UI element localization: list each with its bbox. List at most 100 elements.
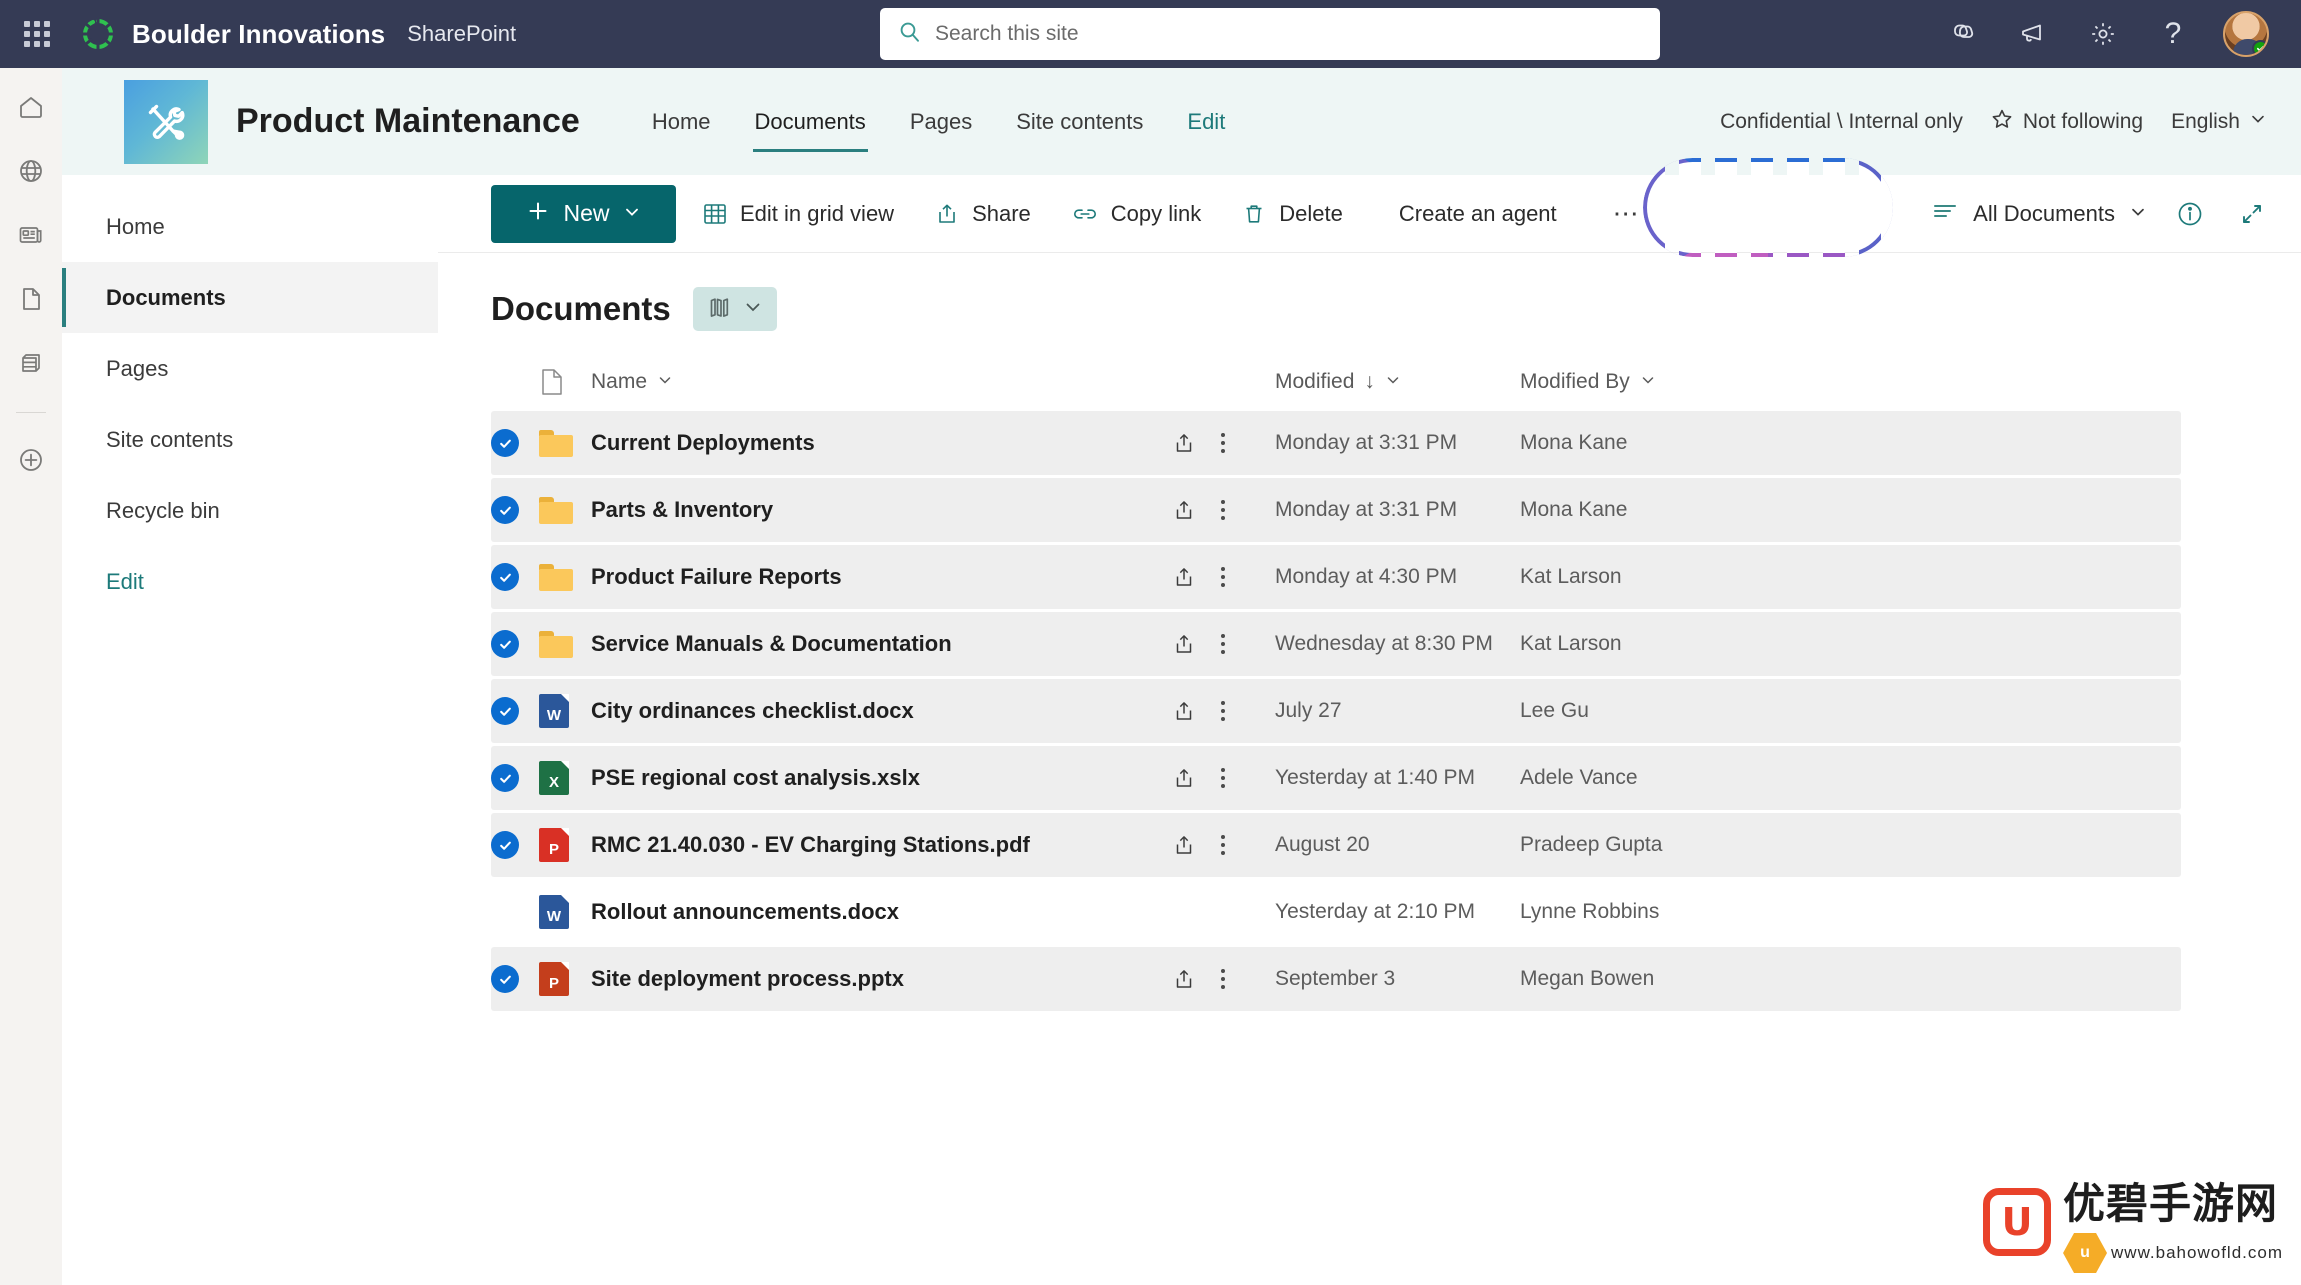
app-launcher-icon[interactable] bbox=[6, 21, 68, 47]
table-row[interactable]: Product Failure Reports Monday at 4:30 PM… bbox=[491, 545, 2181, 609]
new-button[interactable]: New bbox=[491, 184, 676, 243]
row-share-icon[interactable] bbox=[1171, 966, 1197, 992]
row-more-icon[interactable] bbox=[1221, 768, 1225, 788]
megaphone-icon[interactable] bbox=[2013, 14, 2053, 54]
row-share-icon[interactable] bbox=[1171, 765, 1197, 791]
edit-in-grid-view-button[interactable]: Edit in grid view bbox=[688, 191, 908, 237]
avatar[interactable] bbox=[2223, 11, 2269, 57]
search-input[interactable] bbox=[935, 22, 1637, 46]
create-icon[interactable] bbox=[10, 439, 52, 481]
grid-icon bbox=[702, 201, 728, 227]
row-share-icon[interactable] bbox=[1171, 430, 1197, 456]
row-checkbox[interactable] bbox=[491, 965, 539, 993]
copy-link-button[interactable]: Copy link bbox=[1057, 191, 1215, 237]
row-checkbox[interactable] bbox=[491, 496, 539, 524]
trash-icon bbox=[1241, 201, 1267, 227]
view-switch-button[interactable] bbox=[692, 287, 777, 331]
row-more-icon[interactable] bbox=[1221, 701, 1225, 721]
row-checkbox[interactable] bbox=[491, 563, 539, 591]
row-checkbox[interactable] bbox=[491, 831, 539, 859]
row-more-icon[interactable] bbox=[1221, 634, 1225, 654]
row-name[interactable]: PSE regional cost analysis.xslx bbox=[591, 765, 1171, 791]
site-nav-edit[interactable]: Edit bbox=[1165, 103, 1247, 141]
gear-icon[interactable] bbox=[2083, 14, 2123, 54]
checkmark-icon bbox=[491, 496, 519, 524]
page-icon[interactable] bbox=[10, 278, 52, 320]
globe-icon[interactable] bbox=[10, 150, 52, 192]
row-name[interactable]: Current Deployments bbox=[591, 430, 1171, 456]
row-name[interactable]: Product Failure Reports bbox=[591, 564, 1171, 590]
site-nav-documents[interactable]: Documents bbox=[733, 103, 888, 152]
suite-app-name[interactable]: SharePoint bbox=[407, 21, 516, 47]
brand-name[interactable]: Boulder Innovations bbox=[132, 19, 385, 50]
view-label: All Documents bbox=[1973, 200, 2115, 226]
search-box[interactable] bbox=[880, 8, 1660, 60]
site-nav-home[interactable]: Home bbox=[630, 103, 733, 141]
row-modified-by: Lee Gu bbox=[1520, 699, 1589, 722]
row-name[interactable]: RMC 21.40.030 - EV Charging Stations.pdf bbox=[591, 832, 1171, 858]
row-more-icon[interactable] bbox=[1221, 835, 1225, 855]
column-header-name[interactable]: Name bbox=[591, 370, 673, 394]
sidebar-item-edit[interactable]: Edit bbox=[62, 546, 438, 617]
site-nav-pages[interactable]: Pages bbox=[888, 103, 994, 141]
follow-button[interactable]: Not following bbox=[1991, 108, 2143, 136]
row-share-icon[interactable] bbox=[1171, 698, 1197, 724]
sidebar-item-site-contents[interactable]: Site contents bbox=[62, 404, 438, 475]
create-an-agent-button[interactable]: Create an agent bbox=[1373, 189, 1583, 239]
row-more-icon[interactable] bbox=[1221, 969, 1225, 989]
expand-icon[interactable] bbox=[2233, 195, 2271, 233]
word-file-icon: W bbox=[539, 694, 591, 728]
table-row[interactable]: Current Deployments Monday at 3:31 PM Mona… bbox=[491, 411, 2181, 475]
sidebar-item-home[interactable]: Home bbox=[62, 191, 438, 262]
file-type-column-icon[interactable] bbox=[539, 367, 591, 397]
folder-icon bbox=[539, 496, 591, 524]
list-column-headers: Name Modified ↓ Modified By bbox=[491, 353, 2181, 411]
more-commands-button[interactable]: ⋯ bbox=[1605, 198, 1650, 229]
row-share-icon[interactable] bbox=[1171, 497, 1197, 523]
column-header-modified-by[interactable]: Modified By bbox=[1520, 370, 2181, 394]
table-row[interactable]: X PSE regional cost analysis.xslx Yesterda… bbox=[491, 746, 2181, 810]
sidebar-item-recycle-bin[interactable]: Recycle bin bbox=[62, 475, 438, 546]
row-name[interactable]: Parts & Inventory bbox=[591, 497, 1171, 523]
delete-label: Delete bbox=[1279, 200, 1343, 226]
row-name[interactable]: Rollout announcements.docx bbox=[591, 899, 1171, 925]
row-checkbox[interactable] bbox=[491, 764, 539, 792]
delete-button[interactable]: Delete bbox=[1227, 191, 1357, 237]
help-icon[interactable]: ? bbox=[2153, 14, 2193, 54]
site-nav-site-contents[interactable]: Site contents bbox=[994, 103, 1165, 141]
share-button[interactable]: Share bbox=[920, 191, 1045, 237]
sidebar-item-documents[interactable]: Documents bbox=[62, 262, 438, 333]
copilot-icon[interactable] bbox=[1943, 14, 1983, 54]
news-icon[interactable] bbox=[10, 214, 52, 256]
language-selector[interactable]: English bbox=[2171, 110, 2267, 134]
lists-icon[interactable] bbox=[10, 342, 52, 384]
row-share-icon[interactable] bbox=[1171, 564, 1197, 590]
row-more-icon[interactable] bbox=[1221, 433, 1225, 453]
row-checkbox[interactable] bbox=[491, 630, 539, 658]
table-row[interactable]: W Rollout announcements.docx Yesterday at … bbox=[491, 880, 2181, 944]
table-row[interactable]: Parts & Inventory Monday at 3:31 PM Mona K… bbox=[491, 478, 2181, 542]
row-modified-by: Lynne Robbins bbox=[1520, 900, 1660, 923]
table-row[interactable]: P RMC 21.40.030 - EV Charging Stations.pd… bbox=[491, 813, 2181, 877]
table-row[interactable]: W City ordinances checklist.docx July 27 Le… bbox=[491, 679, 2181, 743]
chevron-down-icon bbox=[2129, 201, 2147, 227]
view-selector[interactable]: All Documents bbox=[1931, 199, 2147, 229]
row-share-icon[interactable] bbox=[1171, 832, 1197, 858]
table-row[interactable]: P Site deployment process.pptx September 3… bbox=[491, 947, 2181, 1011]
sidebar-item-pages[interactable]: Pages bbox=[62, 333, 438, 404]
folder-icon bbox=[539, 429, 591, 457]
table-row[interactable]: Service Manuals & Documentation Wednesday… bbox=[491, 612, 2181, 676]
row-name[interactable]: Site deployment process.pptx bbox=[591, 966, 1171, 992]
row-checkbox[interactable] bbox=[491, 697, 539, 725]
checkmark-icon bbox=[491, 630, 519, 658]
row-name[interactable]: Service Manuals & Documentation bbox=[591, 631, 1171, 657]
row-checkbox[interactable] bbox=[491, 429, 539, 457]
site-navigation: Home Documents Pages Site contents Edit bbox=[630, 103, 1247, 152]
info-icon[interactable] bbox=[2171, 195, 2209, 233]
row-more-icon[interactable] bbox=[1221, 500, 1225, 520]
row-share-icon[interactable] bbox=[1171, 631, 1197, 657]
column-header-modified[interactable]: Modified ↓ bbox=[1275, 370, 1520, 394]
row-more-icon[interactable] bbox=[1221, 567, 1225, 587]
row-name[interactable]: City ordinances checklist.docx bbox=[591, 698, 1171, 724]
home-icon[interactable] bbox=[10, 86, 52, 128]
